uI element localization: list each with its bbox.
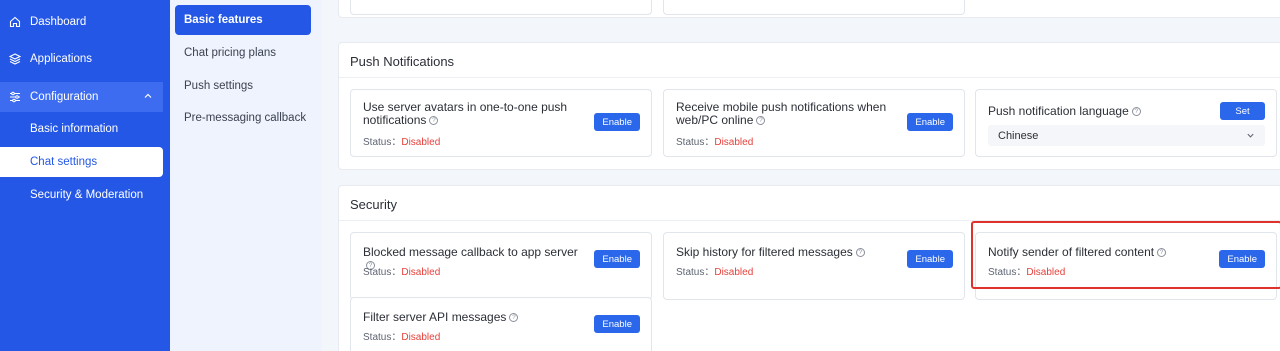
sidebar-item-security-moderation[interactable]: Security & Moderation: [0, 180, 163, 210]
layers-icon: [0, 53, 30, 65]
help-icon[interactable]: ?: [509, 313, 519, 323]
clipped-card: [350, 0, 652, 15]
setting-title: Use server avatars in one-to-one push no…: [363, 100, 568, 127]
sidebar-item-applications[interactable]: Applications: [0, 44, 163, 74]
setting-title: Receive mobile push notifications when w…: [676, 100, 887, 127]
setting-status: Status：Disabled: [363, 267, 441, 278]
enable-button[interactable]: Enable: [907, 113, 953, 131]
sidebar-item-label: Dashboard: [30, 16, 87, 28]
setting-title: Push notification language?: [988, 105, 1213, 118]
enable-button[interactable]: Enable: [594, 113, 640, 131]
setting-title: Filter server API messages?: [363, 311, 588, 324]
help-icon[interactable]: ?: [756, 116, 766, 126]
help-icon[interactable]: ?: [855, 248, 865, 258]
section-title: Push Notifications: [350, 54, 455, 69]
push-notifications-section: Push Notifications Use server avatars in…: [338, 42, 1280, 170]
setting-card: Blocked message callback to app server? …: [350, 232, 652, 300]
sidebar-item-dashboard[interactable]: Dashboard: [0, 7, 163, 37]
language-select[interactable]: Chinese: [988, 125, 1265, 146]
help-icon[interactable]: ?: [429, 116, 439, 126]
sliders-icon: [0, 91, 30, 103]
setting-card: Filter server API messages? Status：Disab…: [350, 297, 652, 351]
setting-card: Push notification language? Set Chinese: [975, 89, 1277, 157]
setting-status: Status：Disabled: [363, 332, 441, 343]
setting-title: Skip history for filtered messages?: [676, 246, 901, 259]
sidebar-item-label: Applications: [30, 53, 93, 65]
setting-status: Status：Disabled: [676, 267, 754, 278]
set-button[interactable]: Set: [1220, 102, 1265, 120]
chevron-up-icon: [143, 91, 153, 104]
main-sidebar: Dashboard Applications Configuration Bas…: [0, 0, 170, 351]
highlight-box: [971, 221, 1280, 289]
enable-button[interactable]: Enable: [907, 250, 953, 268]
setting-status: Status：Disabled: [676, 137, 754, 148]
sidebar-item-chat-settings[interactable]: Chat settings: [0, 147, 163, 177]
setting-card: Use server avatars in one-to-one push no…: [350, 89, 652, 157]
setting-card: Receive mobile push notifications when w…: [663, 89, 965, 157]
settings-subnav: Basic features Chat pricing plans Push s…: [170, 0, 322, 351]
clipped-card: [663, 0, 965, 15]
help-icon[interactable]: ?: [1131, 107, 1141, 117]
sidebar-item-label: Configuration: [30, 91, 99, 103]
chevron-down-icon: [1246, 131, 1255, 143]
enable-button[interactable]: Enable: [594, 315, 640, 333]
sidebar-item-basic-information[interactable]: Basic information: [0, 114, 163, 144]
home-icon: [0, 16, 30, 28]
enable-button[interactable]: Enable: [594, 250, 640, 268]
section-title: Security: [350, 197, 397, 212]
previous-section: [338, 0, 1280, 18]
subnav-item-basic-features[interactable]: Basic features: [175, 5, 311, 35]
setting-status: Status：Disabled: [363, 137, 441, 148]
main-content: Push Notifications Use server avatars in…: [322, 0, 1280, 351]
section-divider: [339, 77, 1280, 78]
setting-card: Skip history for filtered messages? Stat…: [663, 232, 965, 300]
sidebar-item-configuration[interactable]: Configuration: [0, 82, 163, 112]
